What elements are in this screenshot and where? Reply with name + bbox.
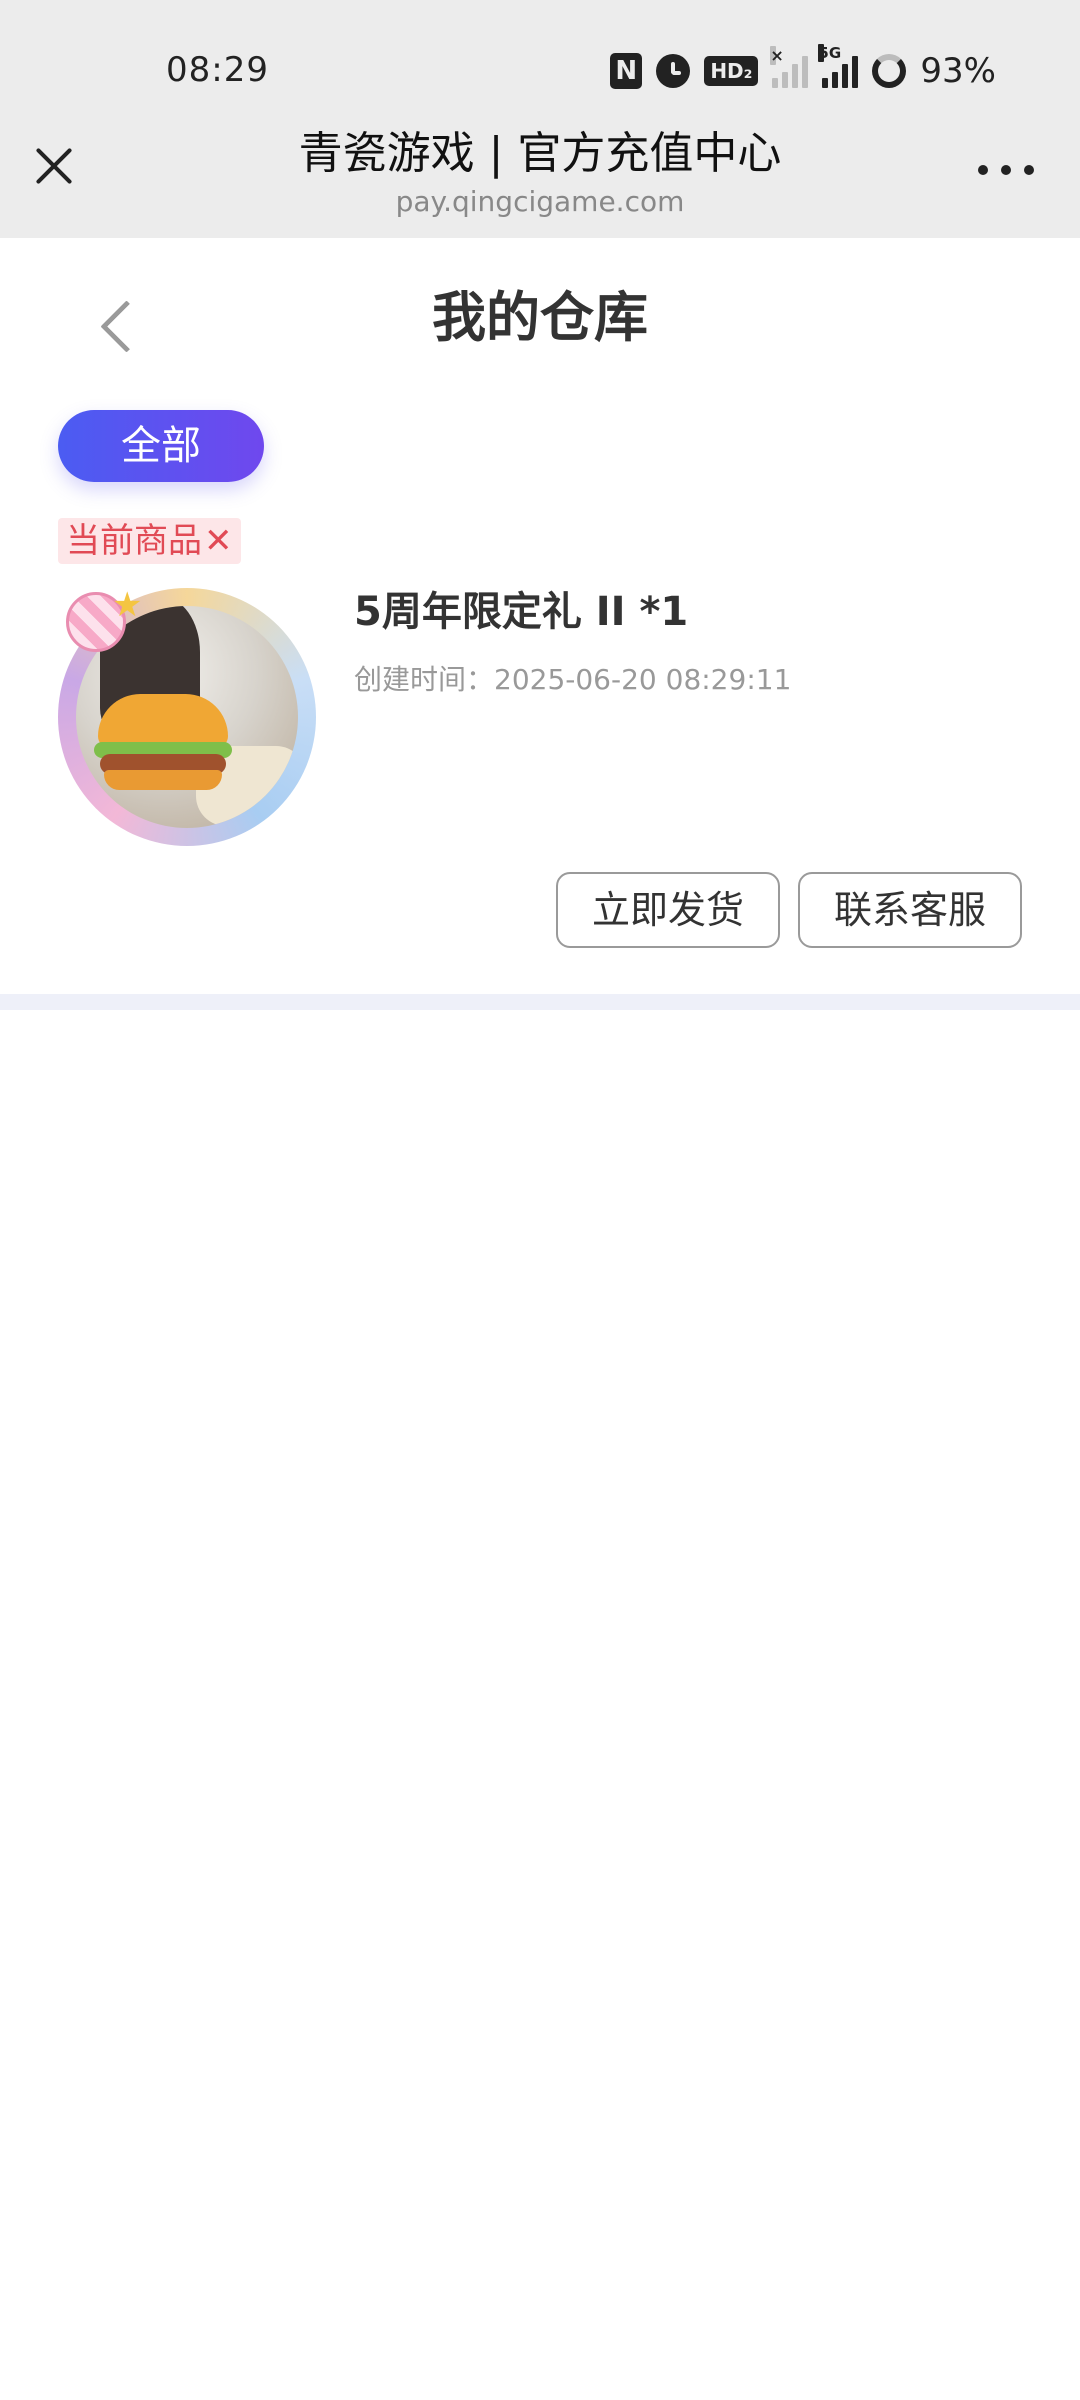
burger-plush-image xyxy=(94,694,232,790)
status-bar: 08:29 N HD₂ × 5G 93% xyxy=(0,0,1080,130)
hd-voice-icon: HD₂ xyxy=(704,56,759,86)
status-time: 08:29 xyxy=(166,50,269,90)
battery-percent: 93% xyxy=(920,51,996,91)
contact-service-button[interactable]: 联系客服 xyxy=(798,872,1022,948)
battery-icon xyxy=(872,54,907,88)
current-item-tag-label: 当前商品 xyxy=(66,521,202,561)
nfc-icon: N xyxy=(610,53,643,89)
signal-5g-icon: 5G xyxy=(818,44,859,88)
item-name: 5周年限定礼 II *1 xyxy=(354,589,689,635)
filter-all-button[interactable]: 全部 xyxy=(58,410,264,482)
item-thumbnail: ★ xyxy=(58,588,316,846)
page-title: 我的仓库 xyxy=(432,286,648,349)
browser-page-title: 青瓷游戏 | 官方充值中心 xyxy=(298,128,782,179)
star-decoration-icon: ★ xyxy=(112,585,143,625)
app-header: 我的仓库 xyxy=(0,238,1080,398)
browser-url: pay.qingcigame.com xyxy=(395,185,685,218)
item-created-time: 创建时间：2025-06-20 08:29:11 xyxy=(354,663,792,696)
current-item-tag[interactable]: 当前商品 ✕ xyxy=(58,518,241,564)
section-divider xyxy=(0,994,1080,1010)
status-icons: N HD₂ × 5G 93% xyxy=(610,44,996,96)
ship-now-button[interactable]: 立即发货 xyxy=(556,872,780,948)
alarm-icon xyxy=(656,54,691,88)
browser-header: 青瓷游戏 | 官方充值中心 pay.qingcigame.com xyxy=(0,130,1080,238)
more-options-icon[interactable] xyxy=(978,160,1034,180)
tag-close-icon[interactable]: ✕ xyxy=(204,518,233,564)
signal-sim1-icon: × xyxy=(770,46,809,88)
